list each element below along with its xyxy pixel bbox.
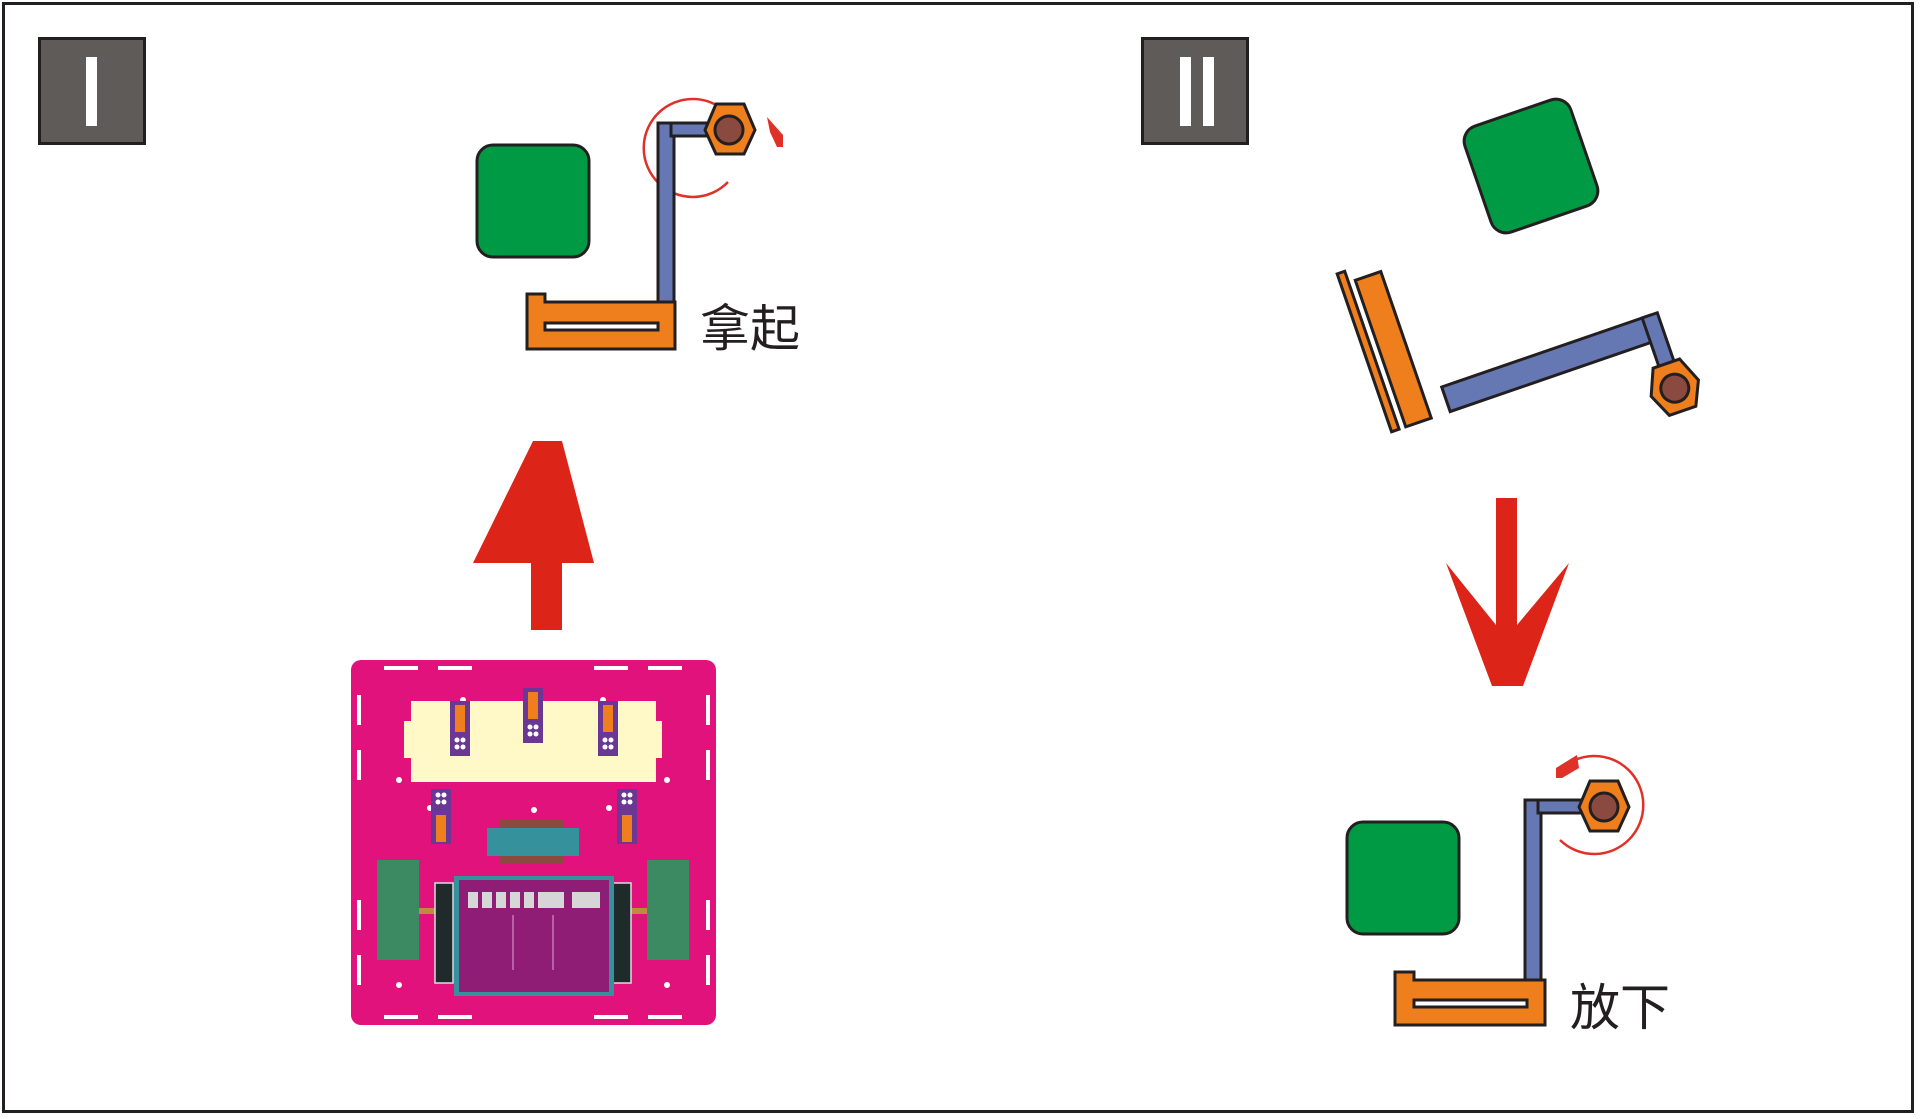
- board-chip: [487, 828, 579, 856]
- green-block: [1462, 97, 1600, 235]
- diagram-canvas: 拿起 放下: [0, 0, 1920, 1119]
- up-arrow-icon: [473, 441, 594, 630]
- carry-scene: [1335, 97, 1700, 434]
- caption-put-down: 放下: [1570, 979, 1670, 1037]
- rotation-arrow-icon: [1556, 755, 1579, 778]
- board-rail-right: [612, 882, 632, 984]
- controller-board-icon: [351, 660, 716, 1025]
- down-arrow-icon: [1446, 498, 1569, 686]
- board-pad-right: [647, 860, 689, 960]
- robot-arm: [656, 121, 679, 304]
- board-pad-left: [377, 860, 419, 960]
- servo-hub: [1588, 791, 1620, 823]
- diagram-svg: [351, 97, 1700, 1027]
- gripper-claw: [1335, 269, 1434, 434]
- gripper-claw: [525, 292, 677, 351]
- board-rail-left: [434, 882, 454, 984]
- servo-hub: [713, 114, 745, 146]
- rotation-arrow-icon: [767, 117, 783, 147]
- robot-arm: [1439, 313, 1661, 414]
- gripper-claw: [1393, 970, 1547, 1027]
- green-block: [475, 143, 591, 259]
- board-screen-keys: [468, 892, 600, 908]
- robot-arm: [1523, 798, 1546, 982]
- green-block: [1345, 820, 1461, 936]
- caption-pick-up: 拿起: [700, 300, 800, 358]
